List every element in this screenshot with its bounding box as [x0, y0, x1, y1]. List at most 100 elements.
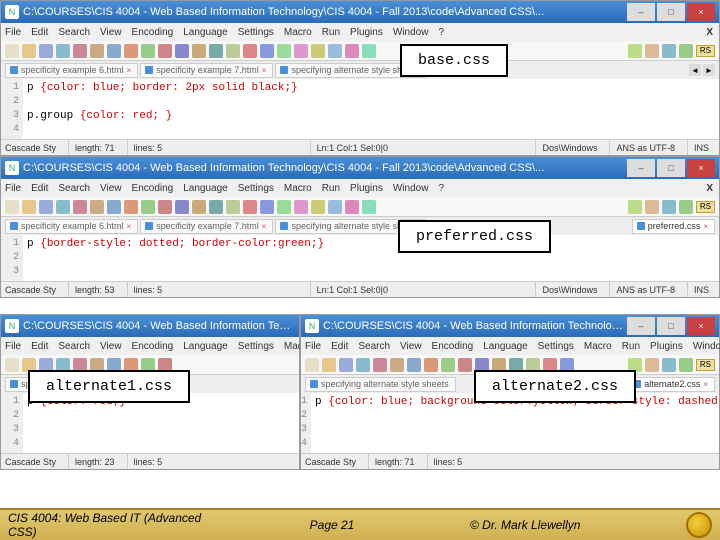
toolbar-icon[interactable]: [107, 44, 121, 58]
toolbar-icon[interactable]: [322, 358, 336, 372]
menu-view[interactable]: View: [400, 341, 422, 352]
menu-macro[interactable]: Macro: [284, 27, 312, 38]
toolbar-icon[interactable]: [345, 44, 359, 58]
toolbar-icon[interactable]: [209, 200, 223, 214]
tab-close-icon[interactable]: ×: [262, 66, 267, 75]
toolbar-icon[interactable]: [22, 200, 36, 214]
toolbar-icon[interactable]: [628, 200, 642, 214]
tab[interactable]: specifying alternate style sheets: [305, 377, 456, 392]
toolbar-icon[interactable]: [90, 200, 104, 214]
menu-search[interactable]: Search: [58, 27, 90, 38]
tab[interactable]: specificity example 7.html×: [140, 63, 273, 78]
minimize-button[interactable]: –: [627, 317, 655, 335]
menu-search[interactable]: Search: [58, 341, 90, 352]
menu-macro[interactable]: Macro: [584, 341, 612, 352]
toolbar-icon[interactable]: [226, 44, 240, 58]
toolbar-icon[interactable]: [662, 358, 676, 372]
menu-settings[interactable]: Settings: [238, 341, 274, 352]
toolbar-icon[interactable]: [628, 44, 642, 58]
menu-search[interactable]: Search: [358, 341, 390, 352]
menu-settings[interactable]: Settings: [238, 183, 274, 194]
toolbar-icon[interactable]: [158, 44, 172, 58]
menu-language[interactable]: Language: [483, 341, 528, 352]
toolbar-icon[interactable]: [39, 200, 53, 214]
tab-close-icon[interactable]: ×: [703, 380, 708, 389]
toolbar-icon[interactable]: [158, 200, 172, 214]
code-lines[interactable]: p {border-style: dotted; border-color:gr…: [23, 235, 719, 281]
toolbar-icon[interactable]: [679, 44, 693, 58]
toolbar-icon[interactable]: [328, 200, 342, 214]
menu-settings[interactable]: Settings: [238, 27, 274, 38]
menubar-close-doc[interactable]: X: [706, 27, 715, 38]
toolbar-icon[interactable]: [73, 44, 87, 58]
menu-edit[interactable]: Edit: [31, 27, 48, 38]
toolbar-icon[interactable]: [356, 358, 370, 372]
tab[interactable]: preferred.css×: [632, 219, 715, 234]
menu-encoding[interactable]: Encoding: [132, 27, 174, 38]
menu-file[interactable]: File: [5, 27, 21, 38]
toolbar-icon[interactable]: [124, 44, 138, 58]
menu-language[interactable]: Language: [183, 341, 228, 352]
code-area[interactable]: 1 2 3 4 p {color: blue; border: 2px soli…: [1, 79, 719, 139]
toolbar-icon[interactable]: [141, 200, 155, 214]
toolbar-icon[interactable]: [662, 44, 676, 58]
menu-plugins[interactable]: Plugins: [350, 27, 383, 38]
toolbar-icon[interactable]: [5, 358, 19, 372]
tab-prev-icon[interactable]: ◄: [689, 64, 701, 76]
toolbar-icon[interactable]: [243, 200, 257, 214]
menu-encoding[interactable]: Encoding: [432, 341, 474, 352]
tab[interactable]: specificity example 6.html×: [5, 63, 138, 78]
toolbar-icon[interactable]: [345, 200, 359, 214]
menu-plugins[interactable]: Plugins: [350, 183, 383, 194]
tab-next-icon[interactable]: ►: [703, 64, 715, 76]
toolbar-icon[interactable]: [56, 44, 70, 58]
toolbar-icon[interactable]: [209, 44, 223, 58]
maximize-button[interactable]: □: [657, 317, 685, 335]
toolbar-icon[interactable]: [192, 44, 206, 58]
tab[interactable]: specificity example 6.html×: [5, 219, 138, 234]
toolbar-icon[interactable]: [645, 44, 659, 58]
toolbar-icon[interactable]: [90, 44, 104, 58]
menu-view[interactable]: View: [100, 183, 122, 194]
toolbar-icon[interactable]: [305, 358, 319, 372]
toolbar-icon[interactable]: [73, 200, 87, 214]
toolbar-icon[interactable]: [679, 200, 693, 214]
tab-close-icon[interactable]: ×: [127, 66, 132, 75]
menu-help[interactable]: ?: [438, 27, 444, 38]
toolbar-icon[interactable]: [311, 44, 325, 58]
toolbar-icon[interactable]: [175, 44, 189, 58]
toolbar-icon[interactable]: [424, 358, 438, 372]
toolbar-icon[interactable]: [226, 200, 240, 214]
menu-plugins[interactable]: Plugins: [650, 341, 683, 352]
menu-file[interactable]: File: [5, 183, 21, 194]
code-area[interactable]: 1 2 3 p {border-style: dotted; border-co…: [1, 235, 719, 281]
menu-run[interactable]: Run: [322, 183, 340, 194]
toolbar-icon[interactable]: [373, 358, 387, 372]
menu-view[interactable]: View: [100, 27, 122, 38]
menu-search[interactable]: Search: [58, 183, 90, 194]
toolbar-icon[interactable]: [662, 200, 676, 214]
toolbar-icon[interactable]: [645, 200, 659, 214]
close-button[interactable]: ×: [687, 3, 715, 21]
tab-close-icon[interactable]: ×: [127, 222, 132, 231]
toolbar-icon[interactable]: [645, 358, 659, 372]
toolbar-icon[interactable]: [192, 200, 206, 214]
tab-close-icon[interactable]: ×: [703, 222, 708, 231]
toolbar-icon[interactable]: [5, 200, 19, 214]
toolbar-icon[interactable]: [5, 44, 19, 58]
menu-window[interactable]: Window: [693, 341, 720, 352]
tab-close-icon[interactable]: ×: [262, 222, 267, 231]
toolbar-icon[interactable]: [107, 200, 121, 214]
menubar-close-doc[interactable]: X: [706, 183, 715, 194]
toolbar-icon[interactable]: [294, 200, 308, 214]
toolbar-chip[interactable]: RS: [696, 201, 715, 213]
toolbar-icon[interactable]: [56, 200, 70, 214]
maximize-button[interactable]: □: [657, 3, 685, 21]
toolbar-icon[interactable]: [328, 44, 342, 58]
toolbar-icon[interactable]: [390, 358, 404, 372]
menu-run[interactable]: Run: [622, 341, 640, 352]
toolbar-icon[interactable]: [679, 358, 693, 372]
tab[interactable]: alternate2.css×: [628, 377, 715, 392]
toolbar-icon[interactable]: [339, 358, 353, 372]
toolbar-icon[interactable]: [362, 200, 376, 214]
